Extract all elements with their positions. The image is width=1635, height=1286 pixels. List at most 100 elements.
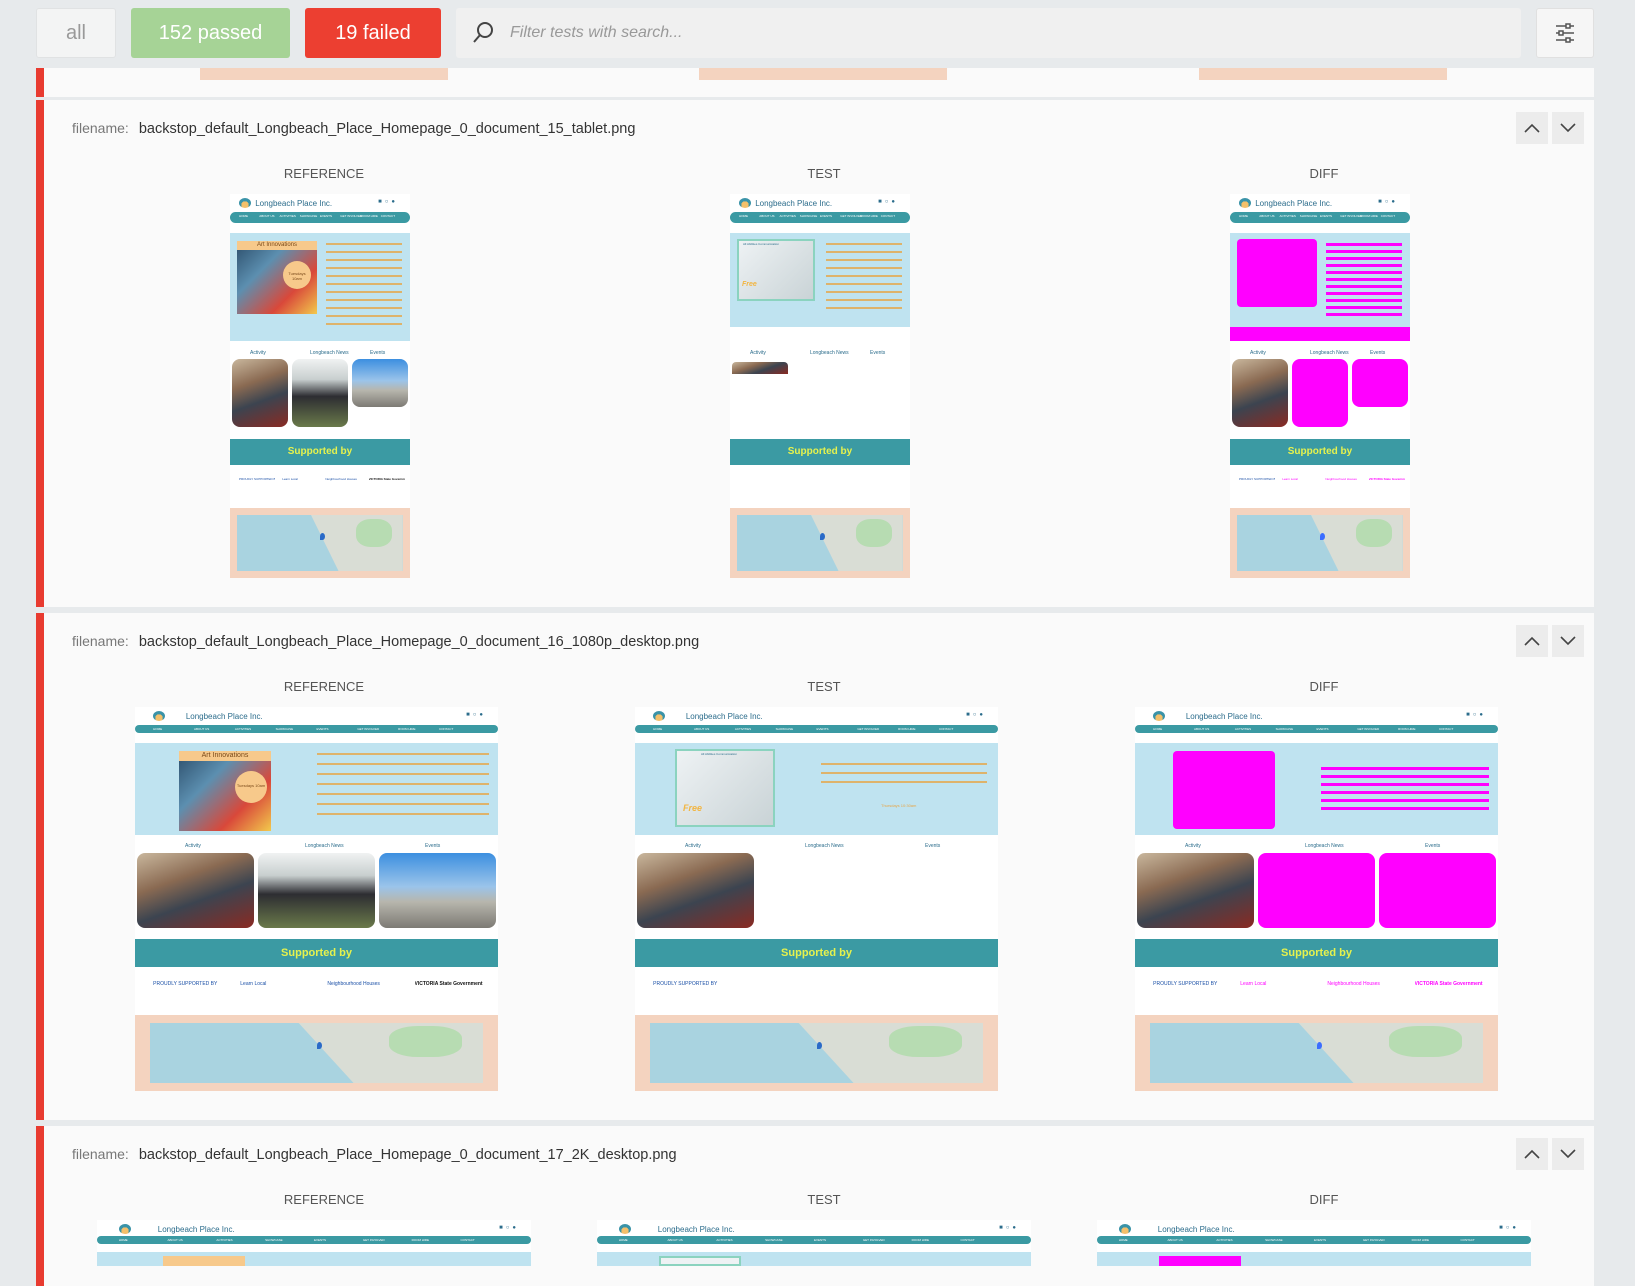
sponsor-logo: Learn Local bbox=[1240, 980, 1267, 987]
content-tabs: Activity Longbeach News Events bbox=[730, 350, 910, 358]
screenshot-ref[interactable]: Longbeach Place Inc. ■○● HOME ABOUT US ACTIV… bbox=[97, 1220, 531, 1266]
hero-badge: Tuesdays 10am bbox=[235, 771, 267, 803]
screenshot-test[interactable]: Longbeach Place Inc. ■○● HOME ABOUT US ACTIV… bbox=[635, 707, 998, 1091]
site-nav: HOME ABOUT US ACTIVITIES SHOWCASE EVENTS GET … bbox=[730, 212, 910, 223]
content-tabs: Activity Longbeach News Events bbox=[135, 843, 498, 851]
hero-section: Art Innovations Tuesdays 10am bbox=[230, 233, 410, 341]
screenshot-ref[interactable]: Longbeach Place Inc. ■○● HOME ABOUT US ACTIV… bbox=[230, 194, 410, 578]
site-nav-item: ACTIVITIES bbox=[1234, 727, 1252, 731]
hero-section bbox=[1097, 1252, 1531, 1266]
map-park bbox=[1389, 1026, 1462, 1057]
scroll-up-button[interactable] bbox=[1516, 625, 1548, 657]
social-icons: ■○● bbox=[966, 712, 986, 718]
site-nav-item: ABOUT US bbox=[193, 727, 210, 731]
site-nav-item: EVENTS bbox=[316, 727, 329, 731]
tab-2: Events bbox=[1370, 350, 1386, 356]
activity-photo bbox=[1232, 359, 1288, 427]
hero-image bbox=[659, 1256, 741, 1266]
site-nav-item: CONTACT bbox=[439, 727, 454, 731]
scroll-down-button[interactable] bbox=[1552, 112, 1584, 144]
filter-failed-button[interactable]: 19 failed bbox=[305, 8, 441, 58]
screenshot-diff[interactable]: Longbeach Place Inc. ■○● HOME ABOUT US ACTIV… bbox=[1135, 707, 1498, 1091]
tab-1: Longbeach News bbox=[805, 843, 844, 849]
filter-passed-button[interactable]: 152 passed bbox=[131, 8, 290, 58]
activity-photo bbox=[1137, 853, 1254, 928]
site-nav-item: ACTIVITIES bbox=[716, 1238, 733, 1242]
settings-button[interactable] bbox=[1536, 8, 1594, 58]
social-icons: ■○● bbox=[1378, 199, 1398, 205]
sponsor-logo: Neighbourhood Houses bbox=[1325, 477, 1357, 481]
column-test-label: TEST bbox=[807, 1192, 841, 1207]
events-photo bbox=[352, 359, 408, 407]
filename-value: backstop_default_Longbeach_Place_Homepag… bbox=[138, 121, 636, 137]
hero-image: Art Innovations Tuesdays 10am bbox=[237, 241, 317, 314]
site-nav-item: CONTACT bbox=[460, 1238, 475, 1242]
hero-text-diff bbox=[1326, 243, 1402, 319]
site-nav-item: EVENTS bbox=[820, 214, 833, 218]
news-photo bbox=[1292, 359, 1348, 427]
hero-text bbox=[826, 243, 902, 313]
sponsor-logo: Neighbourhood Houses bbox=[325, 477, 357, 481]
site-nav-item: ACTIVITIES bbox=[279, 214, 296, 218]
screenshot-ref[interactable]: Longbeach Place Inc. ■○● HOME ABOUT US ACTIV… bbox=[135, 707, 498, 1091]
hero-image: All Abilities Communication Free bbox=[737, 239, 815, 301]
site-logo bbox=[118, 1224, 131, 1234]
column-reference-label: REFERENCE bbox=[283, 1192, 365, 1207]
tab-1: Longbeach News bbox=[810, 350, 849, 356]
tab-0: Activity bbox=[685, 843, 701, 849]
supported-by-banner: Supported by bbox=[635, 939, 998, 967]
column-diff-label: DIFF bbox=[1309, 166, 1339, 181]
scroll-down-button[interactable] bbox=[1552, 625, 1584, 657]
screenshot-test[interactable]: Longbeach Place Inc. ■○● HOME ABOUT US ACTIV… bbox=[730, 194, 910, 578]
site-nav-item: ABOUT US bbox=[1167, 1238, 1183, 1242]
filename-label: filename: bbox=[72, 1146, 129, 1162]
screenshot-diff[interactable]: Longbeach Place Inc. ■○● HOME ABOUT US ACTIV… bbox=[1097, 1220, 1531, 1266]
site-nav-item: ROOM HIRE bbox=[860, 214, 878, 218]
scroll-up-button[interactable] bbox=[1516, 1138, 1548, 1170]
map-section bbox=[1230, 508, 1410, 578]
site-logo bbox=[1239, 198, 1251, 208]
search-input[interactable] bbox=[510, 24, 1410, 42]
hero-image: All Abilities Communication Free bbox=[675, 749, 775, 827]
site-nav-item: SHOWCASE bbox=[775, 727, 794, 731]
map-pin-icon bbox=[1320, 532, 1325, 540]
site-nav-item: SHOWCASE bbox=[275, 727, 294, 731]
filename-value: backstop_default_Longbeach_Place_Homepag… bbox=[138, 1147, 677, 1163]
map-section bbox=[230, 508, 410, 578]
hero-image-diff bbox=[1173, 751, 1275, 829]
screenshot-diff[interactable]: Longbeach Place Inc. ■○● HOME ABOUT US ACTIV… bbox=[1230, 194, 1410, 578]
site-nav-item: HOME bbox=[1153, 727, 1163, 731]
site-nav-item: SHOWCASE bbox=[265, 1238, 283, 1242]
site-nav-item: ACTIVITIES bbox=[216, 1238, 233, 1242]
map-park bbox=[1356, 518, 1392, 547]
site-nav: HOME ABOUT US ACTIVITIES SHOWCASE EVENTS GET … bbox=[97, 1236, 531, 1244]
hero-section bbox=[1135, 743, 1498, 835]
news-photo bbox=[292, 359, 348, 427]
chevron-down-icon bbox=[1560, 636, 1576, 646]
site-nav-item: GET INVOLVED bbox=[840, 214, 863, 218]
site-title: Longbeach Place Inc. bbox=[157, 1225, 235, 1234]
content-tabs: Activity Longbeach News Events bbox=[230, 350, 410, 358]
site-nav-item: GET INVOLVED bbox=[357, 727, 380, 731]
tab-1: Longbeach News bbox=[310, 350, 349, 356]
site-title: Longbeach Place Inc. bbox=[255, 199, 333, 208]
screenshot-test[interactable]: Longbeach Place Inc. ■○● HOME ABOUT US ACTIV… bbox=[597, 1220, 1031, 1266]
scroll-down-button[interactable] bbox=[1552, 1138, 1584, 1170]
hero-text bbox=[326, 243, 402, 331]
hero-card-title: All Abilities Communication bbox=[701, 752, 738, 756]
hero-diff-band bbox=[1230, 327, 1410, 341]
sponsor-logos: PROUDLY SUPPORTED BY Learn Local Neighbour… bbox=[135, 967, 498, 1013]
site-nav-item: EVENTS bbox=[1320, 214, 1333, 218]
site-nav-item: ROOM HIRE bbox=[1398, 727, 1416, 731]
filename-row: filename: backstop_default_Longbeach_Plac… bbox=[72, 633, 699, 650]
scroll-up-button[interactable] bbox=[1516, 112, 1548, 144]
filter-all-button[interactable]: all bbox=[36, 8, 116, 58]
supported-by-banner: Supported by bbox=[1135, 939, 1498, 967]
site-nav-item: ROOM HIRE bbox=[1360, 214, 1378, 218]
column-test-label: TEST bbox=[807, 679, 841, 694]
map-park bbox=[889, 1026, 962, 1057]
site-nav-item: ROOM HIRE bbox=[911, 1238, 929, 1242]
site-nav-item: ABOUT US bbox=[1193, 727, 1210, 731]
hero-hours: Thursdays 10:30am bbox=[881, 803, 917, 808]
site-nav-item: ABOUT US bbox=[693, 727, 710, 731]
